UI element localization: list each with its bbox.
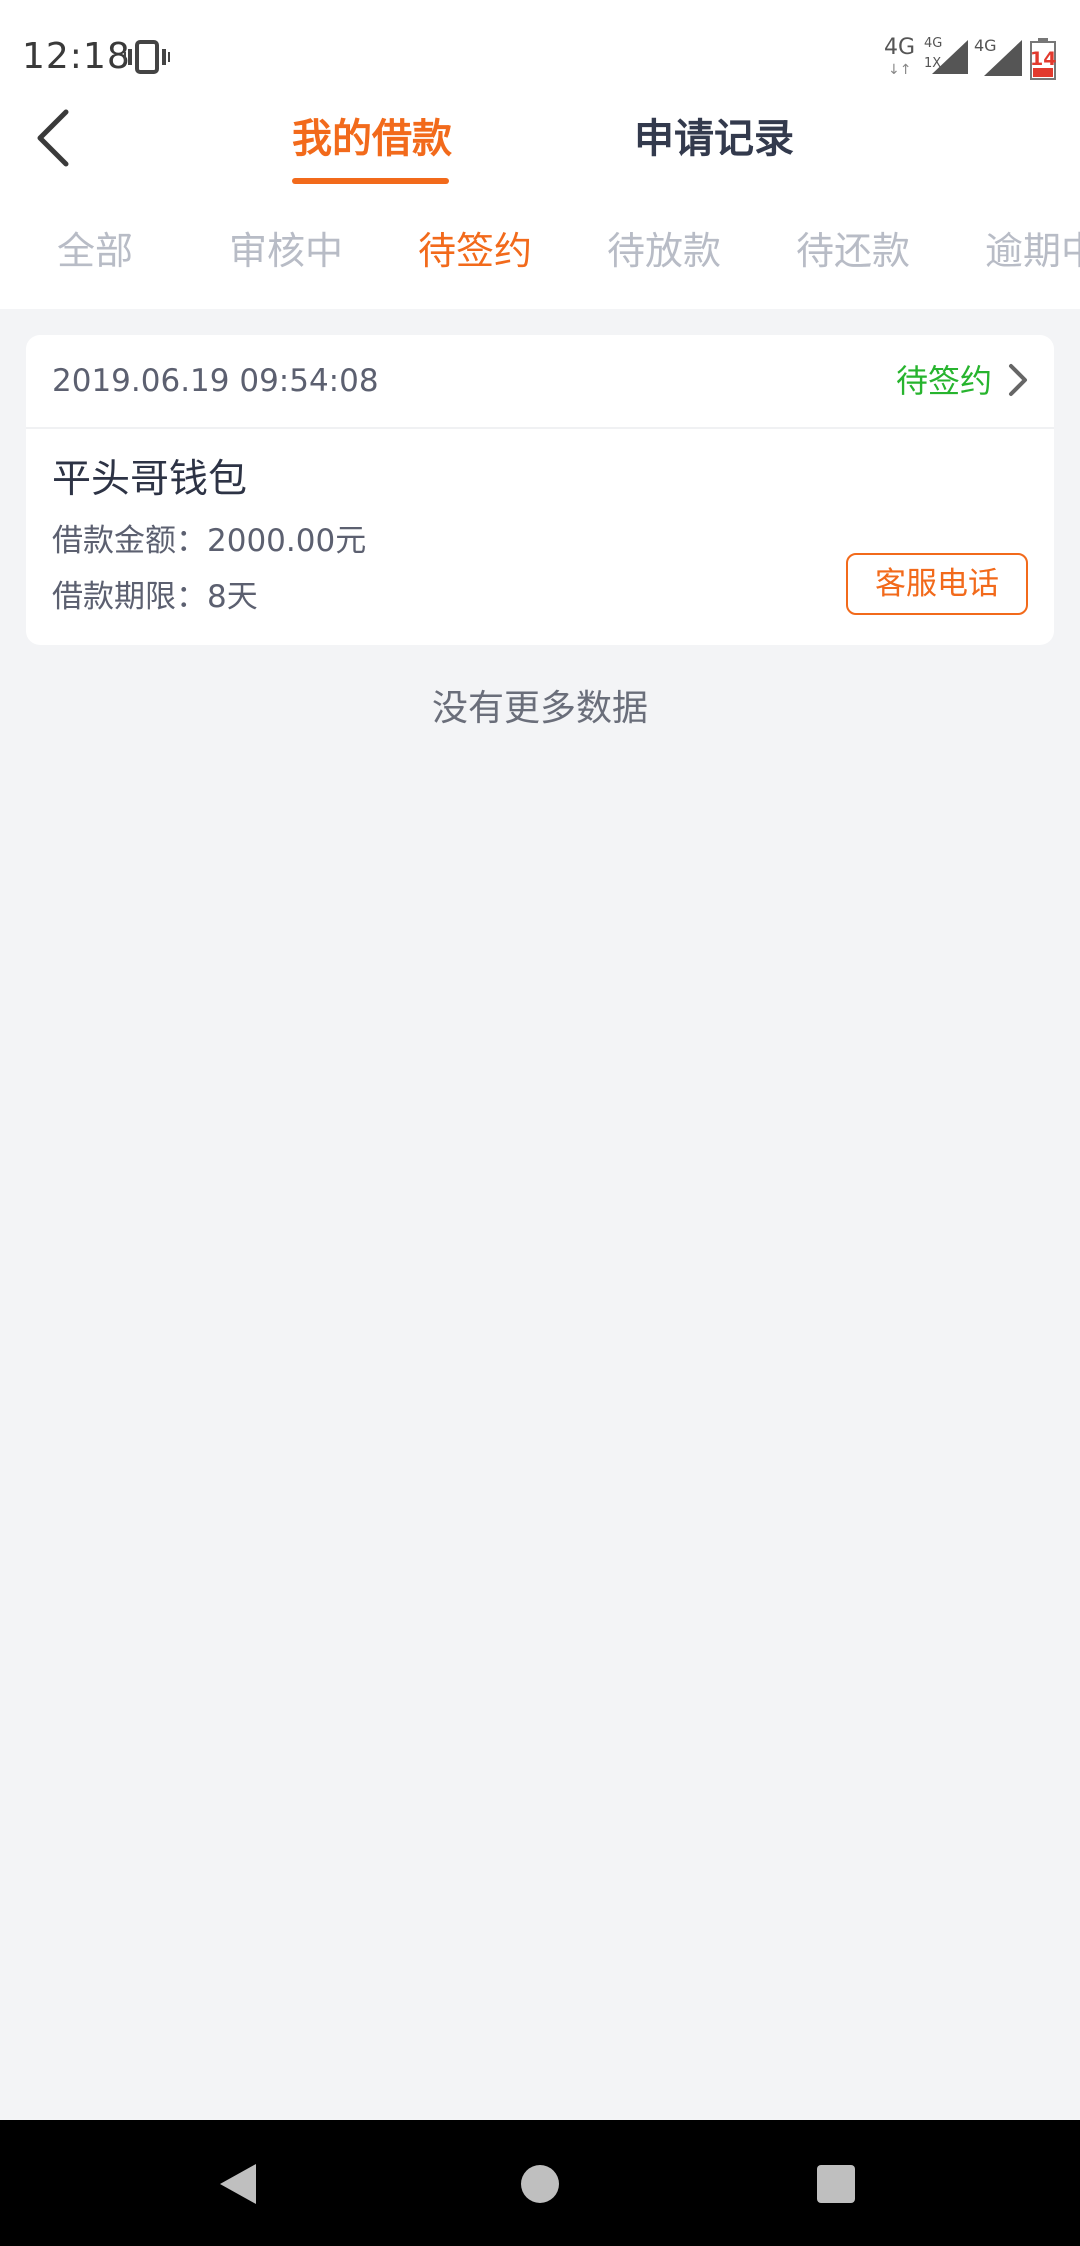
vibrate-icon xyxy=(124,40,170,74)
status-time: 12:18 xyxy=(22,36,131,77)
chevron-right-icon[interactable] xyxy=(1006,361,1030,399)
loan-card[interactable]: 2019.06.19 09:54:08 待签约 平头哥钱包 借款金额：2000.… xyxy=(26,335,1054,645)
no-more-data-text: 没有更多数据 xyxy=(431,688,648,729)
back-button[interactable] xyxy=(30,108,80,168)
app-header: 12:18 4G ↓↑ 4G 1X 4G 14 我的借款 申请记录 全部 审核中… xyxy=(0,0,1080,309)
signal-4g-bars-icon: 4G xyxy=(974,36,1024,78)
battery-icon: 14 xyxy=(1030,38,1057,80)
card-divider xyxy=(26,427,1054,429)
filter-all[interactable]: 全部 xyxy=(57,226,133,276)
active-tab-indicator xyxy=(292,178,449,184)
battery-level: 14 xyxy=(1030,48,1057,70)
filter-overdue[interactable]: 逾期中 xyxy=(985,226,1080,276)
nav-home-icon[interactable] xyxy=(520,2164,560,2204)
filter-pending-repayment[interactable]: 待还款 xyxy=(796,226,910,276)
nav-back-icon[interactable] xyxy=(218,2162,258,2206)
filter-pending-disbursement[interactable]: 待放款 xyxy=(607,226,721,276)
tab-my-loans[interactable]: 我的借款 xyxy=(292,112,452,166)
filter-pending-signing[interactable]: 待签约 xyxy=(418,226,532,276)
loan-product-name: 平头哥钱包 xyxy=(52,457,248,502)
loan-amount: 借款金额：2000.00元 xyxy=(52,523,367,559)
tab-application-records[interactable]: 申请记录 xyxy=(634,112,794,166)
loan-status[interactable]: 待签约 xyxy=(896,361,992,401)
system-nav-bar xyxy=(0,2120,1080,2246)
nav-recent-icon[interactable] xyxy=(816,2164,856,2204)
customer-service-button[interactable]: 客服电话 xyxy=(846,553,1028,615)
signal-4g-icon: 4G ↓↑ xyxy=(884,35,916,79)
filter-under-review[interactable]: 审核中 xyxy=(229,226,343,276)
loan-date: 2019.06.19 09:54:08 xyxy=(52,363,379,399)
network-status: 4G ↓↑ 4G 1X 4G 14 xyxy=(884,35,1057,80)
loan-term: 借款期限：8天 xyxy=(52,579,258,615)
signal-4g-1x-icon: 4G 1X xyxy=(924,36,968,78)
